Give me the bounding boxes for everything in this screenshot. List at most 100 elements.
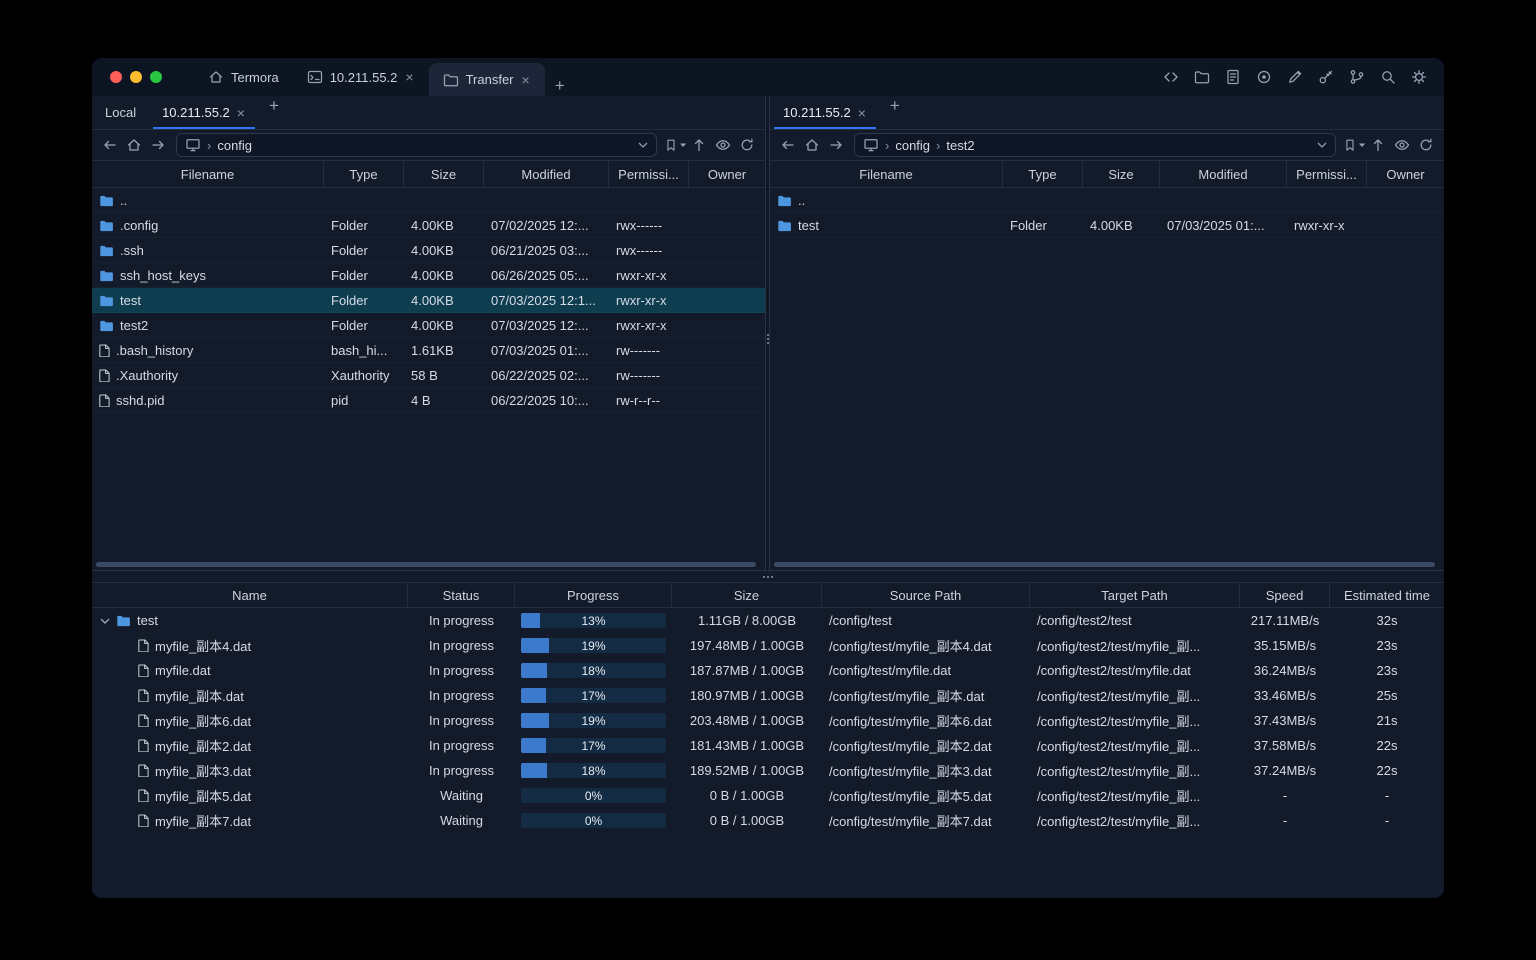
folder-icon (99, 244, 114, 257)
col-filename[interactable]: Filename (92, 161, 324, 187)
tab-local[interactable]: Local (92, 96, 149, 129)
path-segment[interactable]: config (895, 138, 930, 153)
file-row[interactable]: .config Folder 4.00KB 07/02/2025 12:... … (92, 213, 765, 238)
transfer-splitter[interactable] (92, 570, 1444, 582)
col-size[interactable]: Size (404, 161, 484, 187)
show-hidden-button[interactable] (712, 134, 734, 156)
file-row[interactable]: ssh_host_keys Folder 4.00KB 06/26/2025 0… (92, 263, 765, 288)
folder-icon (116, 614, 131, 627)
tab-remote-host[interactable]: 10.211.55.2 × (770, 96, 880, 129)
transfer-row[interactable]: myfile_副本3.dat In progress 18% 189.52MB … (92, 758, 1444, 783)
col-type[interactable]: Type (324, 161, 404, 187)
forward-button[interactable] (147, 134, 169, 156)
horizontal-scrollbar[interactable] (774, 562, 1435, 567)
file-icon (138, 739, 149, 752)
file-row[interactable]: test Folder 4.00KB 07/03/2025 01:... rwx… (770, 213, 1444, 238)
file-row[interactable]: sshd.pid pid 4 B 06/22/2025 10:... rw-r-… (92, 388, 765, 413)
show-hidden-button[interactable] (1391, 134, 1413, 156)
chevron-down-icon[interactable] (1317, 142, 1327, 148)
refresh-icon (1418, 137, 1434, 153)
tab-transfer[interactable]: Transfer × (428, 63, 545, 96)
file-row[interactable]: .. (92, 188, 765, 213)
col-size[interactable]: Size (1083, 161, 1160, 187)
up-button[interactable] (688, 134, 710, 156)
tab-termora[interactable]: Termora (194, 58, 293, 96)
file-row[interactable]: .. (770, 188, 1444, 213)
home-button[interactable] (801, 134, 823, 156)
file-icon (99, 394, 110, 407)
transfer-row[interactable]: myfile_副本2.dat In progress 17% 181.43MB … (92, 733, 1444, 758)
transfer-row[interactable]: myfile_副本6.dat In progress 19% 203.48MB … (92, 708, 1444, 733)
horizontal-scrollbar[interactable] (96, 562, 756, 567)
path-segment[interactable]: config (217, 138, 252, 153)
minimize-window-button[interactable] (130, 71, 142, 83)
close-icon[interactable]: × (404, 69, 414, 85)
file-row[interactable]: .bash_history bash_hi... 1.61KB 07/03/20… (92, 338, 765, 363)
chevron-down-icon[interactable] (638, 142, 648, 148)
close-icon[interactable]: × (521, 72, 531, 88)
bookmark-button[interactable] (1343, 134, 1365, 156)
col-speed[interactable]: Speed (1240, 583, 1330, 607)
col-size[interactable]: Size (672, 583, 822, 607)
file-row[interactable]: .Xauthority Xauthority 58 B 06/22/2025 0… (92, 363, 765, 388)
col-permissions[interactable]: Permissi... (609, 161, 689, 187)
col-status[interactable]: Status (408, 583, 515, 607)
col-owner[interactable]: Owner (1367, 161, 1444, 187)
path-field[interactable]: › config › test2 (854, 133, 1336, 157)
back-button[interactable] (777, 134, 799, 156)
forward-button[interactable] (825, 134, 847, 156)
col-modified[interactable]: Modified (484, 161, 609, 187)
search-button[interactable] (1377, 66, 1399, 88)
transfer-status: In progress (428, 738, 495, 753)
bookmark-button[interactable] (664, 134, 686, 156)
transfer-name: myfile_副本4.dat (155, 639, 252, 654)
log-button[interactable] (1222, 66, 1244, 88)
col-name[interactable]: Name (92, 583, 408, 607)
close-window-button[interactable] (110, 71, 122, 83)
file-row[interactable]: .ssh Folder 4.00KB 06/21/2025 03:... rwx… (92, 238, 765, 263)
tab-remote-host[interactable]: 10.211.55.2 × (149, 96, 259, 129)
tab-host-terminal[interactable]: 10.211.55.2 × (293, 58, 429, 96)
transfer-row[interactable]: myfile.dat In progress 18% 187.87MB / 1.… (92, 658, 1444, 683)
home-button[interactable] (123, 134, 145, 156)
col-estimated-time[interactable]: Estimated time (1330, 583, 1444, 607)
col-target-path[interactable]: Target Path (1030, 583, 1240, 607)
new-pane-tab-button[interactable]: + (880, 96, 910, 129)
up-button[interactable] (1367, 134, 1389, 156)
path-segment[interactable]: test2 (946, 138, 974, 153)
chevron-down-icon[interactable] (100, 618, 110, 624)
transfer-row[interactable]: myfile_副本7.dat Waiting 0% 0 B / 1.00GB /… (92, 808, 1444, 833)
record-button[interactable] (1253, 66, 1275, 88)
close-icon[interactable]: × (236, 105, 246, 121)
transfer-row[interactable]: test In progress 13% 1.11GB / 8.00GB /co… (92, 608, 1444, 633)
code-button[interactable] (1160, 66, 1182, 88)
progress-label: 17% (581, 688, 606, 703)
refresh-button[interactable] (736, 134, 758, 156)
col-filename[interactable]: Filename (770, 161, 1003, 187)
refresh-button[interactable] (1415, 134, 1437, 156)
col-progress[interactable]: Progress (515, 583, 672, 607)
col-owner[interactable]: Owner (689, 161, 765, 187)
zoom-window-button[interactable] (150, 71, 162, 83)
col-permissions[interactable]: Permissi... (1287, 161, 1367, 187)
back-button[interactable] (99, 134, 121, 156)
branch-button[interactable] (1346, 66, 1368, 88)
file-row-selected[interactable]: test Folder 4.00KB 07/03/2025 12:1... rw… (92, 288, 765, 313)
key-button[interactable] (1315, 66, 1337, 88)
col-type[interactable]: Type (1003, 161, 1083, 187)
transfer-row[interactable]: myfile_副本.dat In progress 17% 180.97MB /… (92, 683, 1444, 708)
progress-bar: 18% (521, 663, 666, 678)
new-pane-tab-button[interactable]: + (259, 96, 289, 129)
new-tab-button[interactable]: + (545, 76, 575, 96)
col-modified[interactable]: Modified (1160, 161, 1287, 187)
file-row[interactable]: test2 Folder 4.00KB 07/03/2025 12:... rw… (92, 313, 765, 338)
file-name: .. (798, 192, 806, 208)
folder-button[interactable] (1191, 66, 1213, 88)
transfer-row[interactable]: myfile_副本4.dat In progress 19% 197.48MB … (92, 633, 1444, 658)
col-source-path[interactable]: Source Path (822, 583, 1030, 607)
path-field[interactable]: › config (176, 133, 657, 157)
close-icon[interactable]: × (857, 105, 867, 121)
settings-button[interactable] (1408, 66, 1430, 88)
transfer-row[interactable]: myfile_副本5.dat Waiting 0% 0 B / 1.00GB /… (92, 783, 1444, 808)
edit-button[interactable] (1284, 66, 1306, 88)
